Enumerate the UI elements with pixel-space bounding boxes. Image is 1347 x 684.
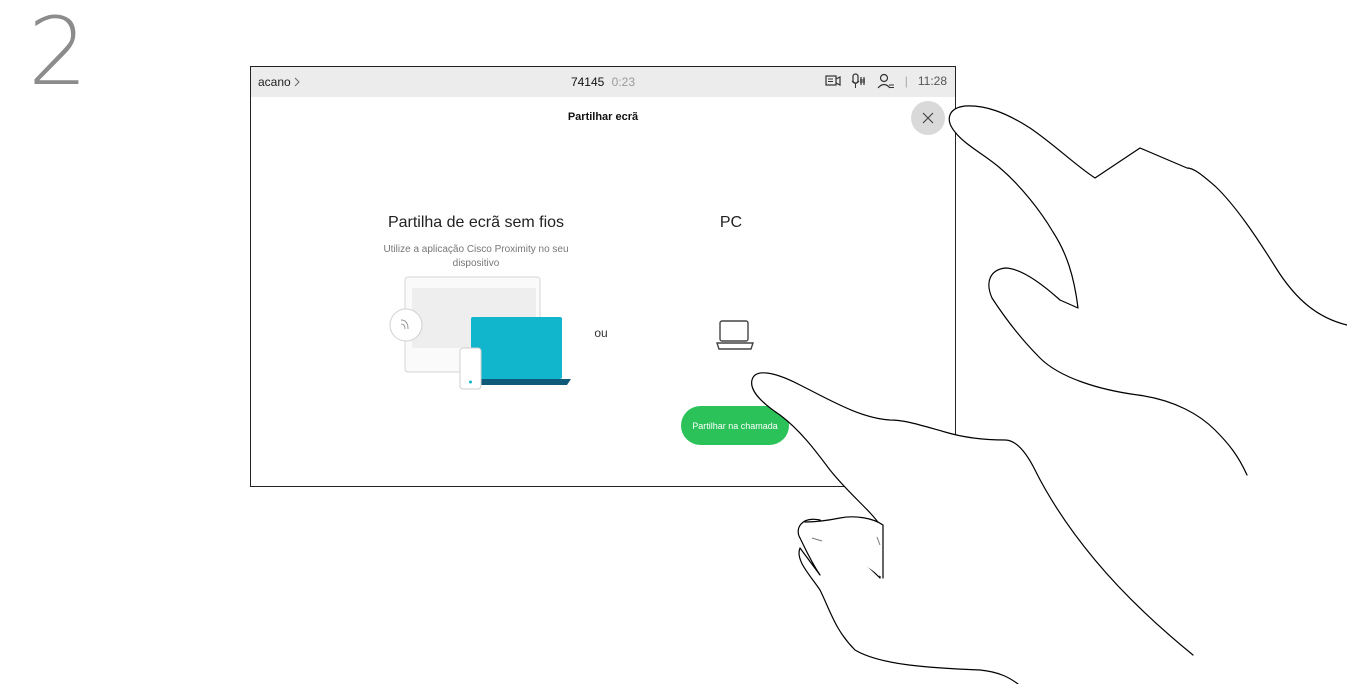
wireless-share-subtitle: Utilize a aplicação Cisco Proximity no s… (383, 244, 569, 269)
clock: 11:28 (917, 74, 947, 88)
participants-icon[interactable] (877, 73, 895, 89)
share-screen-icon[interactable] (825, 74, 841, 88)
laptop-icon[interactable] (716, 319, 754, 356)
wireless-share-title: Partilha de ecrã sem fios (387, 214, 565, 231)
status-icons: | 11:28 (825, 73, 947, 89)
close-button[interactable] (911, 101, 945, 135)
status-bar: acano 74145 0:23 | 11:28 (251, 67, 955, 97)
call-number: 74145 (570, 75, 605, 89)
microphone-icon[interactable] (851, 73, 867, 89)
or-label: ou (594, 326, 608, 340)
touch-screen: acano 74145 0:23 | 11:28 Partilhar ecrã (250, 66, 956, 487)
close-icon (922, 112, 934, 124)
dialog-title: Partilhar ecrã (567, 111, 639, 123)
call-duration: 0:23 (611, 75, 636, 89)
pc-title: PC (719, 214, 743, 231)
wireless-share-illustration (385, 274, 695, 399)
status-separator: | (904, 74, 908, 88)
step-number: 2 (28, 0, 88, 107)
share-in-call-button[interactable]: Partilhar na chamada (681, 406, 789, 445)
